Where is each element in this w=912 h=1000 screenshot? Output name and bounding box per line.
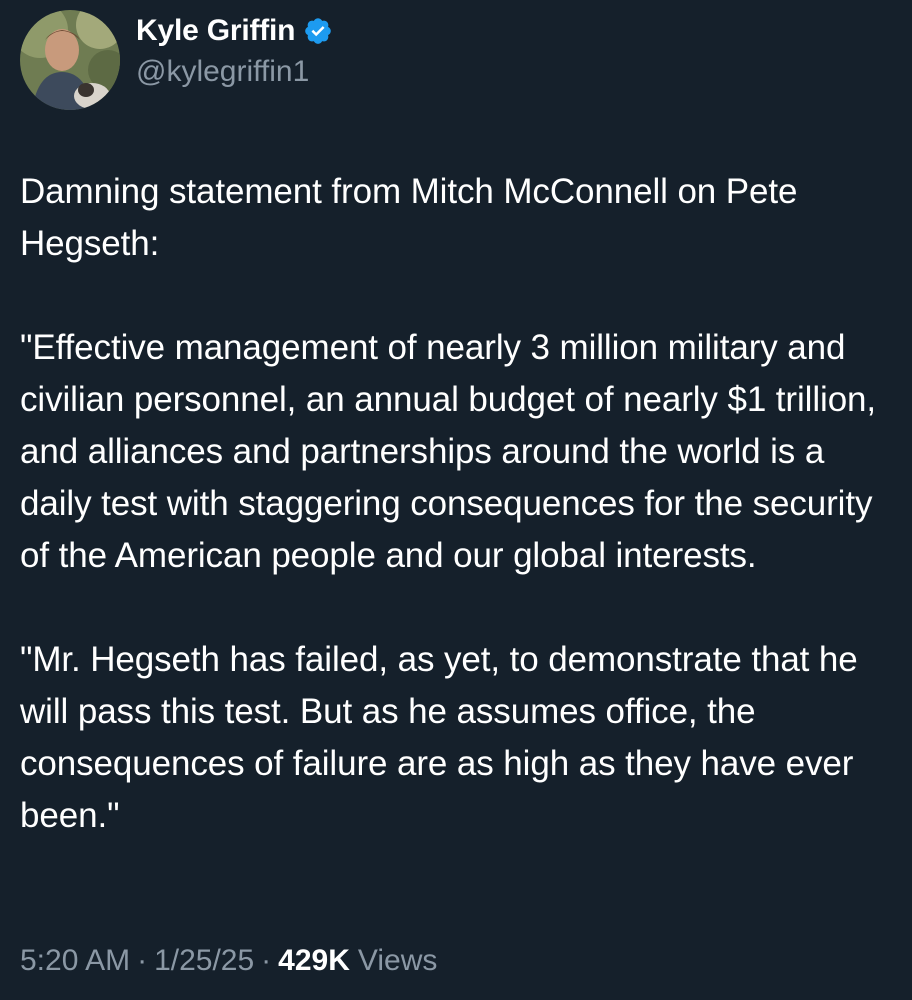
meta-separator: · — [137, 944, 148, 977]
verified-badge-icon[interactable] — [303, 16, 333, 46]
views-count[interactable]: 429K — [278, 944, 350, 978]
tweet-meta: 5:20 AM · 1/25/25 · 429K Views — [20, 944, 437, 978]
avatar-photo — [20, 10, 120, 110]
views-label[interactable]: Views — [358, 944, 437, 978]
tweet-text: Damning statement from Mitch McConnell o… — [20, 166, 900, 842]
author-handle[interactable]: @kylegriffin1 — [136, 55, 333, 89]
name-row: Kyle Griffin — [136, 9, 333, 53]
display-name[interactable]: Kyle Griffin — [136, 14, 295, 48]
avatar[interactable] — [20, 10, 120, 110]
meta-separator: · — [261, 944, 272, 977]
tweet-paragraph: "Mr. Hegseth has failed, as yet, to demo… — [20, 640, 858, 835]
tweet-header: Kyle Griffin @kylegriffin1 — [20, 10, 333, 110]
tweet-paragraph: Damning statement from Mitch McConnell o… — [20, 172, 798, 263]
tweet-card: Kyle Griffin @kylegriffin1 Damning state… — [0, 0, 912, 1000]
author-identity: Kyle Griffin @kylegriffin1 — [136, 9, 333, 89]
tweet-paragraph: "Effective management of nearly 3 millio… — [20, 328, 877, 575]
tweet-date[interactable]: 1/25/25 — [154, 944, 254, 978]
tweet-time[interactable]: 5:20 AM — [20, 944, 130, 978]
